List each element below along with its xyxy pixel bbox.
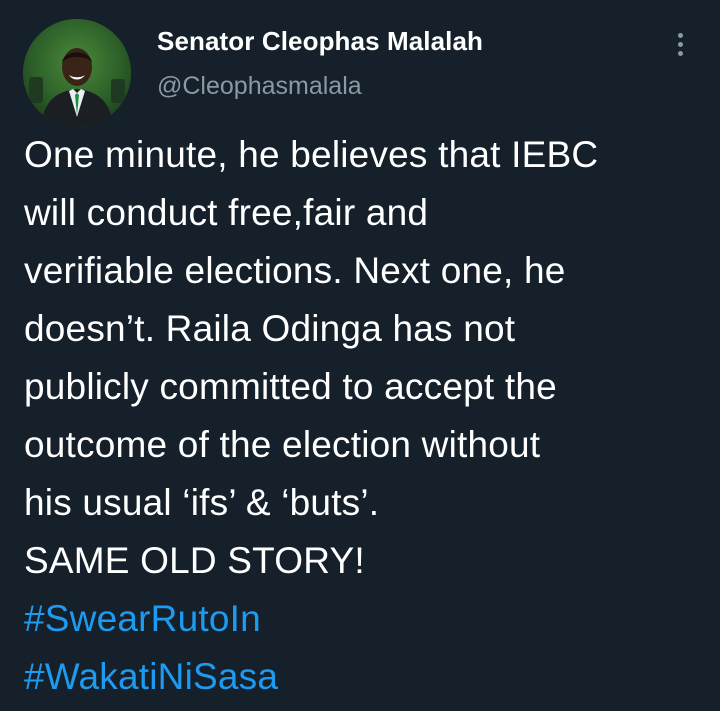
author-display-name[interactable]: Senator Cleophas Malalah — [157, 26, 483, 57]
tweet-text-line: publicly committed to accept the — [24, 366, 557, 407]
tweet-text-line: doesn’t. Raila Odinga has not — [24, 308, 516, 349]
tweet-text-line: One minute, he believes that IEBC — [24, 134, 599, 175]
vertical-ellipsis-icon — [677, 32, 683, 38]
hashtag-link[interactable]: #WakatiNiSasa — [24, 648, 714, 706]
vertical-ellipsis-icon — [677, 41, 683, 47]
tweet-text-line: his usual ‘ifs’ & ‘buts’. — [24, 482, 380, 523]
avatar[interactable] — [23, 19, 131, 127]
vertical-ellipsis-icon — [677, 50, 683, 56]
tweet-text: One minute, he believes that IEBC will c… — [24, 126, 714, 706]
avatar-photo — [23, 19, 131, 127]
tweet-text-line: outcome of the election without — [24, 424, 541, 465]
hashtag-link[interactable]: #SwearRutoIn — [24, 590, 714, 648]
tweet-text-line: SAME OLD STORY! — [24, 540, 365, 581]
tweet-card: Senator Cleophas Malalah @Cleophasmalala… — [0, 0, 720, 711]
tweet-text-line: verifiable elections. Next one, he — [24, 250, 566, 291]
tweet-text-line: will conduct free,fair and — [24, 192, 429, 233]
more-options-button[interactable] — [666, 24, 694, 64]
author-handle[interactable]: @Cleophasmalala — [157, 72, 362, 101]
